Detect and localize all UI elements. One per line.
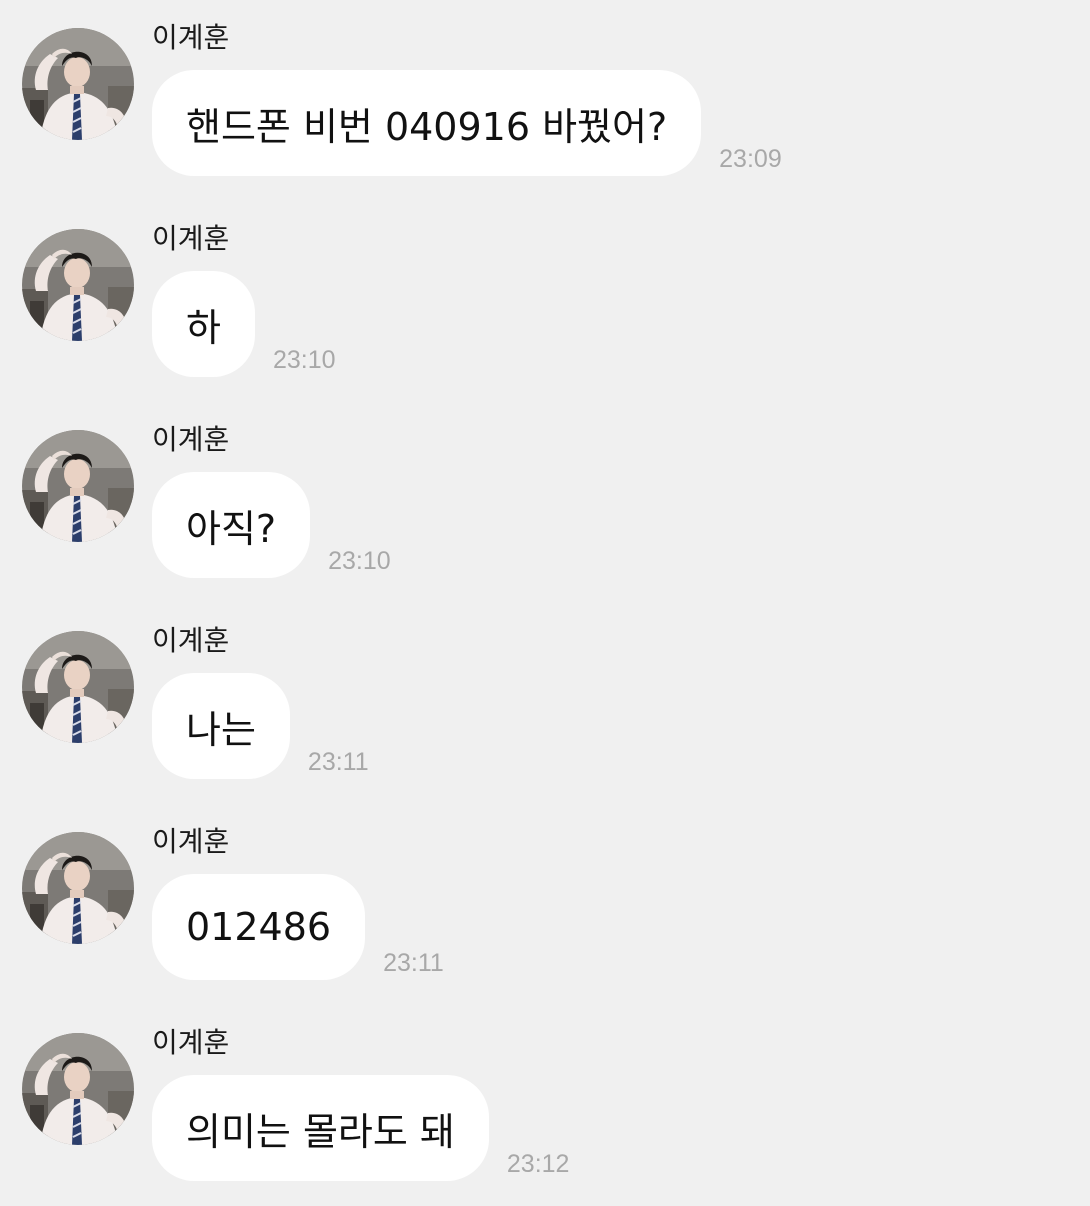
message-timestamp: 23:10 [272, 346, 336, 374]
sender-avatar[interactable] [22, 229, 134, 341]
message-timestamp: 23:09 [719, 145, 782, 173]
sender-name[interactable]: 이계훈 [152, 221, 229, 257]
sender-avatar[interactable] [22, 832, 134, 944]
message-row: 나는 23:11 [152, 673, 369, 779]
message-timestamp: 23:12 [506, 1150, 570, 1178]
message-bubble[interactable]: 하 [152, 271, 255, 377]
sender-avatar[interactable] [22, 28, 134, 140]
message-row: 012486 23:11 [152, 874, 444, 980]
profile-photo [22, 229, 134, 341]
message-timestamp: 23:11 [383, 949, 444, 977]
message-bubble[interactable]: 나는 [152, 673, 290, 779]
profile-photo [22, 1033, 134, 1145]
message-group: 이계훈 하 23:10 [0, 201, 1090, 402]
sender-name[interactable]: 이계훈 [152, 422, 229, 458]
sender-name[interactable]: 이계훈 [152, 20, 229, 56]
message-bubble[interactable]: 핸드폰 비번 040916 바꿨어? [152, 70, 702, 176]
sender-avatar[interactable] [22, 430, 134, 542]
message-bubble[interactable]: 012486 [152, 874, 366, 980]
message-row: 의미는 몰라도 돼 23:12 [152, 1075, 569, 1181]
message-row: 핸드폰 비번 040916 바꿨어? 23:09 [152, 70, 782, 176]
message-timestamp: 23:10 [328, 547, 391, 575]
sender-name[interactable]: 이계훈 [152, 623, 229, 659]
profile-photo [22, 430, 134, 542]
message-group: 이계훈 핸드폰 비번 040916 바꿨어? 23:09 [0, 0, 1090, 201]
message-row: 하 23:10 [152, 271, 336, 377]
message-group: 이계훈 나는 23:11 [0, 603, 1090, 804]
message-timestamp: 23:11 [307, 748, 369, 776]
message-bubble[interactable]: 아직? [152, 472, 311, 578]
profile-photo [22, 28, 134, 140]
profile-photo [22, 631, 134, 743]
sender-avatar[interactable] [22, 631, 134, 743]
sender-name[interactable]: 이계훈 [152, 1025, 229, 1061]
sender-avatar[interactable] [22, 1033, 134, 1145]
chat-thread: 이계훈 핸드폰 비번 040916 바꿨어? 23:09 이계훈 하 23:10… [0, 0, 1090, 1200]
message-group: 이계훈 012486 23:11 [0, 804, 1090, 1005]
profile-photo [22, 832, 134, 944]
sender-name[interactable]: 이계훈 [152, 824, 229, 860]
message-bubble[interactable]: 의미는 몰라도 돼 [152, 1075, 489, 1181]
message-group: 이계훈 아직? 23:10 [0, 402, 1090, 603]
message-row: 아직? 23:10 [152, 472, 391, 578]
message-group: 이계훈 의미는 몰라도 돼 23:12 [0, 1005, 1090, 1206]
